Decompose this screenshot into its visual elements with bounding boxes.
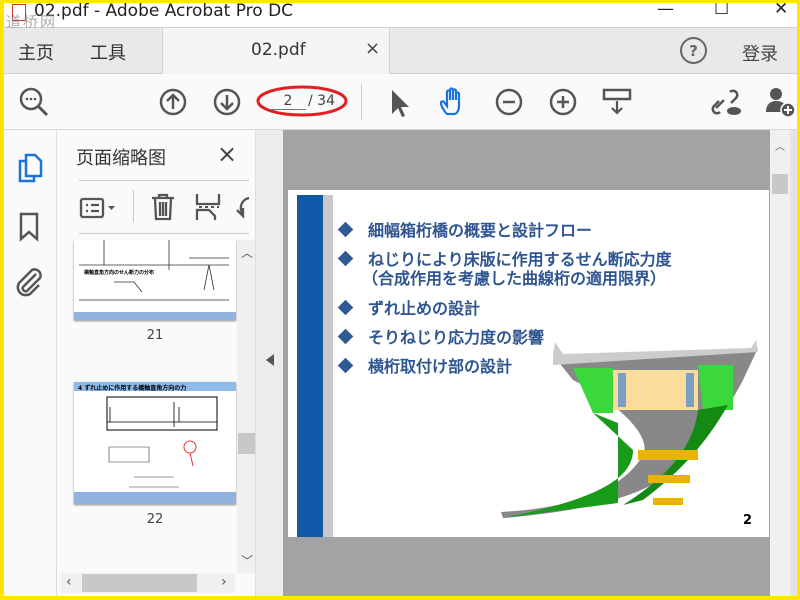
minimize-button[interactable]: — <box>657 3 674 19</box>
zoom-in-icon[interactable] <box>548 87 578 117</box>
scroll-up-arrow-icon[interactable]: ︿ <box>241 244 253 261</box>
thumbnails-panel: 页面缩略图 × 横軸直角方向のせん断力の分布 21 4 ずれ止めに作用する橋軸直… <box>57 130 257 596</box>
total-pages: / 34 <box>308 93 335 109</box>
collapse-panel-arrow-icon[interactable] <box>266 354 274 366</box>
close-window-button[interactable]: ✕ <box>774 3 788 19</box>
slide-gray-bar <box>323 195 333 537</box>
zoom-search-icon[interactable] <box>18 86 50 118</box>
panel-collapse-strip[interactable] <box>255 130 283 596</box>
bullet-text: 細幅箱桁橋の概要と設計フロー <box>368 221 593 240</box>
thumbnail-options-icon[interactable] <box>79 196 119 222</box>
thumbnail-label-22: 22 <box>146 512 164 527</box>
close-tab-button[interactable]: × <box>365 38 380 59</box>
scrollbar-thumb[interactable] <box>772 174 788 194</box>
share-link-icon[interactable] <box>710 86 742 118</box>
bullet-text: ずれ止めの設計 <box>368 299 481 318</box>
scroll-right-arrow-icon[interactable]: › <box>221 574 227 590</box>
window-title: 02.pdf - Adobe Acrobat Pro DC <box>34 3 294 21</box>
document-vertical-scrollbar[interactable]: ︿ <box>770 130 790 596</box>
keyboard-icon[interactable] <box>602 88 632 118</box>
add-user-icon[interactable] <box>764 86 796 118</box>
scrollbar-thumb[interactable] <box>238 433 256 454</box>
page-up-icon[interactable] <box>158 87 188 117</box>
toolbar-divider <box>133 190 134 222</box>
diamond-bullet-icon <box>337 328 354 345</box>
tab-bar: 主页 工具 02.pdf × ? 登录 <box>4 28 797 74</box>
acrobat-window: 02.pdf - Adobe Acrobat Pro DC 道桥网 — ☐ ✕ … <box>4 3 797 596</box>
bullet-item: 細幅箱桁橋の概要と設計フロー <box>337 216 672 245</box>
thumbnail-page-22[interactable]: 4 ずれ止めに作用する橋軸直角方向の力 <box>74 382 236 504</box>
thumbnail-22-heading: 4 ずれ止めに作用する橋軸直角方向の力 <box>78 385 187 392</box>
bridge-girder-3d-model <box>501 340 758 518</box>
bullet-item: ずれ止めの設計 <box>337 294 672 323</box>
maximize-button[interactable]: ☐ <box>714 3 729 19</box>
slide-accent-bar <box>297 195 323 537</box>
hand-icon[interactable] <box>438 86 470 118</box>
panel-divider <box>79 233 249 234</box>
delete-page-icon[interactable] <box>149 192 177 222</box>
hscrollbar-thumb[interactable] <box>82 574 197 592</box>
diamond-bullet-icon <box>337 221 354 238</box>
toolbar: 2 / 34 <box>4 74 797 130</box>
diamond-bullet-icon <box>337 250 354 267</box>
scroll-down-arrow-icon[interactable]: ﹀ <box>241 552 253 569</box>
tab-home[interactable]: 主页 <box>18 39 54 65</box>
toolbar-divider <box>361 84 362 120</box>
thumbnail-21-drawing <box>74 240 236 320</box>
rotate-page-icon[interactable] <box>233 192 255 222</box>
scroll-up-arrow-icon[interactable]: ︿ <box>775 138 785 153</box>
tab-document[interactable]: 02.pdf × <box>162 28 390 74</box>
page-number-input[interactable]: 2 <box>270 93 306 110</box>
bullet-text: 横桁取付け部の設計 <box>368 357 513 376</box>
zoom-out-icon[interactable] <box>494 87 524 117</box>
thumbnail-page-21[interactable]: 横軸直角方向のせん断力の分布 <box>74 240 236 320</box>
insert-page-icon[interactable] <box>195 192 221 222</box>
panel-divider <box>79 180 249 181</box>
close-panel-button[interactable]: × <box>217 140 237 168</box>
bookmark-icon[interactable] <box>18 212 40 242</box>
thumbnail-list: 横軸直角方向のせん断力の分布 21 4 ずれ止めに作用する橋軸直角方向の力 22 <box>57 240 237 573</box>
document-view[interactable]: 細幅箱桁橋の概要と設計フロー ねじりにより床版に作用するせん断応力度 （合成作用… <box>283 130 770 596</box>
window-edge <box>790 130 797 596</box>
slide-page-number: 2 <box>743 513 753 528</box>
pdf-page: 細幅箱桁橋の概要と設計フロー ねじりにより床版に作用するせん断応力度 （合成作用… <box>288 190 769 537</box>
attachment-icon[interactable] <box>14 266 44 298</box>
sign-in-link[interactable]: 登录 <box>742 40 778 66</box>
bullet-continuation: （合成作用を考慮した曲線桁の適用限界） <box>362 269 667 288</box>
diamond-bullet-icon <box>337 357 354 374</box>
title-bar: 02.pdf - Adobe Acrobat Pro DC 道桥网 — ☐ ✕ <box>4 3 797 31</box>
bullet-text: ねじりにより床版に作用するせん断応力度 <box>368 250 672 269</box>
page-thumbnails-icon[interactable] <box>16 152 44 184</box>
thumbnail-horizontal-scrollbar[interactable]: ‹ › <box>61 573 235 593</box>
thumbnail-21-heading: 横軸直角方向のせん断力の分布 <box>84 270 155 276</box>
scroll-left-arrow-icon[interactable]: ‹ <box>66 574 72 590</box>
thumbnail-vertical-scrollbar[interactable]: ︿ ﹀ <box>237 240 257 573</box>
thumbnail-label-21: 21 <box>146 328 164 343</box>
select-arrow-icon[interactable] <box>388 88 412 118</box>
diamond-bullet-icon <box>337 299 354 316</box>
thumbnail-22-drawing <box>74 396 236 504</box>
help-icon[interactable]: ? <box>680 37 707 64</box>
tab-tools[interactable]: 工具 <box>90 39 126 65</box>
panel-title: 页面缩略图 <box>76 148 166 169</box>
tab-document-label: 02.pdf <box>251 40 306 60</box>
page-down-icon[interactable] <box>212 87 242 117</box>
left-nav-rail <box>4 130 57 596</box>
